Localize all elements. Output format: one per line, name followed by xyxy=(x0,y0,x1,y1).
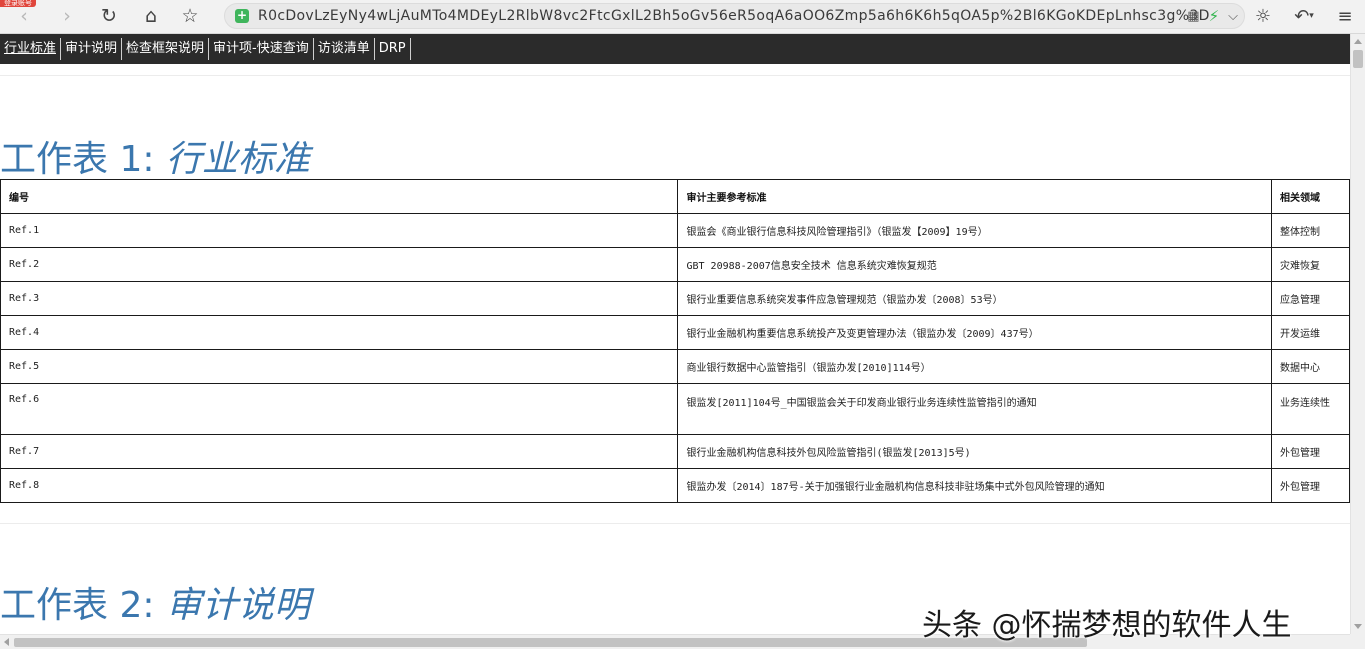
address-bar[interactable]: + R0cDovLzEyNy4wLjAuMTo4MDEyL2RlbW8vc2Ft… xyxy=(224,3,1245,29)
row-domain: 外包管理 xyxy=(1271,468,1350,503)
bookmark-star-icon[interactable]: ☆ xyxy=(176,3,204,29)
site-security-icon[interactable]: + xyxy=(235,9,249,23)
vertical-scrollbar[interactable] xyxy=(1350,34,1365,634)
forward-icon[interactable]: › xyxy=(53,3,81,29)
brightness-icon[interactable]: ☼ xyxy=(1250,3,1276,29)
speed-mode-icon[interactable]: ⚡ xyxy=(1209,7,1220,25)
header-standard: 审计主要参考标准 xyxy=(677,179,1273,214)
tab-audit-quick-search[interactable]: 审计项-快速查询 xyxy=(209,38,314,60)
row-domain: 整体控制 xyxy=(1271,213,1350,248)
tab-industry-standards[interactable]: 行业标准 xyxy=(0,38,62,60)
menu-icon[interactable]: ≡ xyxy=(1333,3,1357,29)
table-row: Ref.6 银监发[2011]104号_中国银监会关于印发商业银行业务连续性监管… xyxy=(0,383,1350,435)
sheet2-title-name: 审计说明 xyxy=(165,585,310,626)
row-domain: 外包管理 xyxy=(1271,434,1350,469)
row-standard: 银监会《商业银行信息科技风险管理指引》（银监发【2009】19号） xyxy=(677,213,1273,248)
table-row: Ref.3 银行业重要信息系统突发事件应急管理规范（银监办发〔2008〕53号）… xyxy=(0,281,1350,316)
row-standard-link[interactable]: 银监发[2011]104号_中国银监会关于印发商业银行业务连续性监管指引的通知 xyxy=(677,383,1273,435)
table-row: Ref.5 商业银行数据中心监管指引（银监办发[2010]114号） 数据中心 xyxy=(0,349,1350,384)
table-header-row: 编号 审计主要参考标准 相关领域 xyxy=(0,179,1350,214)
table-row: Ref.4 银行业金融机构重要信息系统投产及变更管理办法（银监办发〔2009〕4… xyxy=(0,315,1350,350)
row-id: Ref.1 xyxy=(0,213,679,248)
header-domain: 相关领域 xyxy=(1271,179,1350,214)
watermark-text: 头条 @怀揣梦想的软件人生 xyxy=(922,608,1292,643)
browser-toolbar: 登录账号 ‹ › ↻ ⌂ ☆ + R0cDovLzEyNy4wLjAuMTo4M… xyxy=(0,0,1365,34)
row-standard-link[interactable]: 商业银行数据中心监管指引（银监办发[2010]114号） xyxy=(677,349,1273,384)
tab-drp[interactable]: DRP xyxy=(375,38,411,60)
table-row: Ref.1 银监会《商业银行信息科技风险管理指引》（银监发【2009】19号） … xyxy=(0,213,1350,248)
url-text[interactable]: R0cDovLzEyNy4wLjAuMTo4MDEyL2RlbW8vc2FtcG… xyxy=(258,8,1210,24)
sheet-tab-bar: 行业标准 审计说明 检查框架说明 审计项-快速查询 访谈清单 DRP xyxy=(0,34,1350,64)
back-icon[interactable]: ‹ xyxy=(10,3,38,29)
table-row: Ref.8 银监办发〔2014〕187号-关于加强银行业金融机构信息科技非驻场集… xyxy=(0,468,1350,503)
header-id: 编号 xyxy=(0,179,679,214)
sheet1-title-name: 行业标准 xyxy=(165,139,310,180)
scrollbar-corner xyxy=(1350,634,1365,649)
tab-framework-notes[interactable]: 检查框架说明 xyxy=(122,38,210,60)
chevron-down-icon[interactable]: ⌵ xyxy=(1228,9,1238,24)
row-id: Ref.4 xyxy=(0,315,679,350)
divider xyxy=(0,75,1350,76)
home-icon[interactable]: ⌂ xyxy=(137,3,165,29)
row-standard-link[interactable]: 银行业重要信息系统突发事件应急管理规范（银监办发〔2008〕53号） xyxy=(677,281,1273,316)
reload-icon[interactable]: ↻ xyxy=(95,3,123,29)
row-standard-link[interactable]: GBT 20988-2007信息安全技术 信息系统灾难恢复规范 xyxy=(677,247,1273,282)
tab-interview-list[interactable]: 访谈清单 xyxy=(314,38,375,60)
row-id: Ref.3 xyxy=(0,281,679,316)
sheet1-title: 工作表 1: 行业标准 xyxy=(0,130,310,182)
table-row: Ref.7 银行业金融机构信息科技外包风险监管指引(银监发[2013]5号) 外… xyxy=(0,434,1350,469)
standards-table: 编号 审计主要参考标准 相关领域 Ref.1 银监会《商业银行信息科技风险管理指… xyxy=(0,179,1350,503)
row-standard: 银行业金融机构重要信息系统投产及变更管理办法（银监办发〔2009〕437号） xyxy=(677,315,1273,350)
row-id: Ref.8 xyxy=(0,468,679,503)
row-id: Ref.2 xyxy=(0,247,679,282)
row-domain: 业务连续性 xyxy=(1271,383,1350,435)
row-domain: 数据中心 xyxy=(1271,349,1350,384)
row-id: Ref.5 xyxy=(0,349,679,384)
row-id: Ref.6 xyxy=(0,383,679,435)
row-standard-link[interactable]: 银行业金融机构信息科技外包风险监管指引(银监发[2013]5号) xyxy=(677,434,1273,469)
qr-code-icon[interactable]: ▦ xyxy=(1187,9,1199,24)
scroll-left-icon[interactable] xyxy=(4,638,9,646)
divider xyxy=(0,523,1350,524)
vertical-scroll-thumb[interactable] xyxy=(1353,50,1363,68)
undo-menu-icon[interactable]: ↶ ▾ xyxy=(1286,3,1322,29)
sheet2-title-prefix: 工作表 2: xyxy=(0,585,166,626)
row-standard-link[interactable]: 银监办发〔2014〕187号-关于加强银行业金融机构信息科技非驻场集中式外包风险… xyxy=(677,468,1273,503)
scroll-up-icon[interactable] xyxy=(1354,39,1362,44)
page-content: 工作表 1: 行业标准 编号 审计主要参考标准 相关领域 Ref.1 银监会《商… xyxy=(0,64,1350,634)
scroll-down-icon[interactable] xyxy=(1354,624,1362,629)
row-domain: 应急管理 xyxy=(1271,281,1350,316)
row-domain: 开发运维 xyxy=(1271,315,1350,350)
row-id: Ref.7 xyxy=(0,434,679,469)
sheet1-title-prefix: 工作表 1: xyxy=(0,139,166,180)
sheet2-title: 工作表 2: 审计说明 xyxy=(0,576,310,628)
address-bar-tools: ▦ ⚡ ⌵ xyxy=(1187,7,1238,25)
table-row: Ref.2 GBT 20988-2007信息安全技术 信息系统灾难恢复规范 灾难… xyxy=(0,247,1350,282)
row-domain: 灾难恢复 xyxy=(1271,247,1350,282)
tab-audit-notes[interactable]: 审计说明 xyxy=(61,38,123,60)
